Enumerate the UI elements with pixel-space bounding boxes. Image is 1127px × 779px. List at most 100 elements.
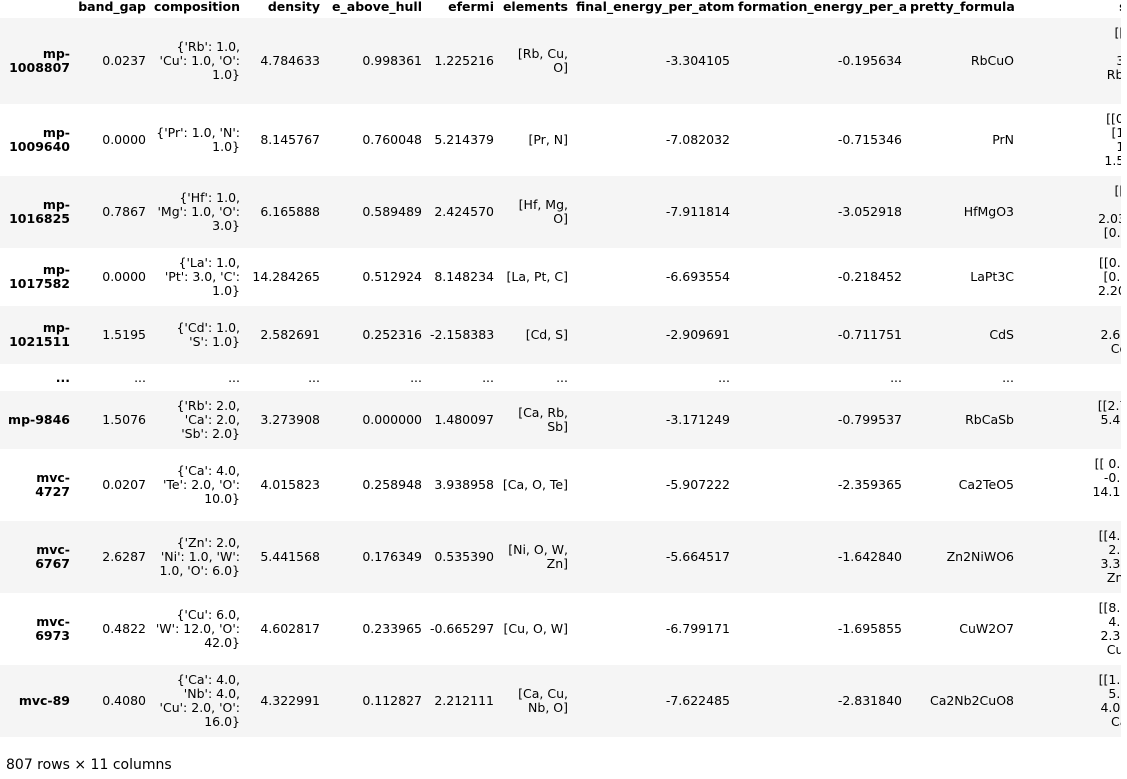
structure-line: [[0. 0. 0.] La: [1099, 255, 1121, 270]
table-cell: 0.4822: [102, 621, 146, 636]
table-cell: -6.693554: [665, 269, 730, 284]
table-cell: 0.760048: [362, 132, 422, 147]
table-cell: -7.911814: [665, 204, 730, 219]
table-cell: 2.424570: [434, 204, 494, 219]
table-cell: 0.176349: [362, 549, 422, 564]
table-cell: 0.0000: [102, 132, 146, 147]
structure-line: [[8.6923966: [1098, 600, 1121, 615]
row-index: mp-1009640: [9, 125, 70, 154]
table-row: mvc-6767 2.6287 {'Zn': 2.0, 'Ni': 1.0, 'W'…: [0, 521, 1121, 593]
table-row: mp-1008807 0.0237 {'Rb': 1.0, 'Cu': 1.0, '…: [0, 18, 1121, 104]
table-cell: -5.664517: [665, 549, 730, 564]
table-cell: {'Cu': 6.0, 'W': 12.0, 'O': 42.0}: [155, 607, 240, 650]
table-cell: [Ca, Rb, Sb]: [518, 405, 568, 434]
table-cell: 0.000000: [362, 412, 422, 427]
table-cell: -1.695855: [837, 621, 902, 636]
structure-line: -0.2144049: [1103, 470, 1121, 485]
table-body: mp-1008807 0.0237 {'Rb': 1.0, 'Cu': 1.0, '…: [0, 18, 1121, 737]
structure-line: 2.30238455: [1100, 628, 1121, 643]
table-cell: 2.582691: [260, 327, 320, 342]
table-cell: PrN: [992, 132, 1014, 147]
structure-line: 1.5804215.: [1104, 153, 1121, 168]
table-cell: [Cu, O, W]: [503, 621, 569, 636]
structure-line: 1.580421: [1116, 139, 1121, 154]
structure-cell: [[2.036222.036222.036228] H[0. 0. 0.] M.: [1018, 176, 1121, 248]
table-row: mvc-6973 0.4822 {'Cu': 6.0, 'W': 12.0, 'O'…: [0, 593, 1121, 665]
table-cell: LaPt3C: [970, 269, 1014, 284]
header-row: band_gap composition density e_above_hul…: [0, 0, 1121, 18]
column-header: final_energy_per_atom: [576, 0, 734, 14]
structure-line: Rb, [0. .: [1022, 427, 1121, 441]
table-row: mp-1016825 0.7867 {'Hf': 1.0, 'Mg': 1.0, '…: [0, 176, 1121, 248]
row-index: mp-1021511: [9, 320, 70, 349]
table-cell: -2.158383: [430, 327, 495, 342]
table-cell: 0.0207: [102, 477, 146, 492]
table-cell: ...: [228, 369, 240, 385]
table-row: mp-1009640 0.0000 {'Pr': 1.0, 'N': 1.0} 8.1…: [0, 104, 1121, 176]
table-cell: ...: [482, 369, 494, 385]
table-cell: 4.015823: [260, 477, 320, 492]
table-cell: RbCuO: [970, 53, 1014, 68]
table-cell: 0.258948: [362, 477, 422, 492]
structure-line: [[0. 0. 0.] P: [1106, 111, 1121, 126]
index-header: [0, 0, 74, 18]
structure-line: Zn, [2.754.: [1106, 570, 1121, 585]
column-header: elements: [502, 0, 568, 14]
table-cell: 3.938958: [434, 477, 494, 492]
dataframe-output: band_gap composition density e_above_hul…: [0, 0, 1121, 742]
structure-cell: ...: [1018, 364, 1121, 391]
column-header: density: [267, 0, 320, 14]
table-cell: {'Ca': 4.0, 'Te': 2.0, 'O': 10.0}: [162, 463, 240, 506]
structure-line: 2.036228] H: [1098, 211, 1121, 226]
row-index: ...: [55, 369, 70, 385]
table-cell: -3.052918: [837, 204, 902, 219]
table-cell: -5.907222: [665, 477, 730, 492]
table-row: .................................: [0, 364, 1121, 391]
table-cell: -3.171249: [665, 412, 730, 427]
row-index: mvc-6973: [35, 614, 70, 643]
table-cell: {'Ca': 4.0, 'Nb': 4.0, 'Cu': 2.0, 'O': 1…: [159, 672, 240, 729]
table-cell: -2.359365: [837, 477, 902, 492]
table-cell: 0.252316: [362, 327, 422, 342]
table-cell: [Ca, Cu, Nb, O]: [518, 686, 568, 715]
table-row: mp-1017582 0.0000 {'La': 1.0, 'Pt': 3.0, '…: [0, 248, 1121, 306]
structure-line: [[4.9067259: [1098, 528, 1121, 543]
table-cell: Ca2TeO5: [958, 477, 1014, 492]
table-cell: ...: [308, 369, 320, 385]
structure-line: 4.5302346: [1108, 614, 1121, 629]
table-cell: 0.4080: [102, 693, 146, 708]
table-cell: ...: [1002, 369, 1014, 385]
column-header: pretty_formula: [910, 0, 1015, 14]
structure-line: 3.05935⁠4: [1116, 53, 1121, 68]
structure-line: Cd, [ 2.12.: [1110, 341, 1121, 356]
structure-line: C.: [1022, 82, 1121, 96]
table-cell: ...: [890, 369, 902, 385]
table-cell: [La, Pt, C]: [506, 269, 568, 284]
column-header: composition: [154, 0, 241, 14]
table-cell: {'Hf': 1.0, 'Mg': 1.0, 'O': 3.0}: [157, 190, 240, 233]
table-cell: RbCaSb: [965, 412, 1014, 427]
table-cell: 4.322991: [260, 693, 320, 708]
table-cell: 5.214379: [434, 132, 494, 147]
row-index: mvc-4727: [35, 470, 70, 499]
table-cell: Zn2NiWO6: [946, 549, 1014, 564]
row-index: mvc-89: [18, 693, 70, 708]
structure-line: 3.05935: [1022, 40, 1121, 54]
table-cell: 1.225216: [434, 53, 494, 68]
structure-line: [[1.1616044: [1098, 672, 1121, 687]
table-cell: Ca2Nb2CuO8: [929, 693, 1014, 708]
table-cell: {'Pr': 1.0, 'N': 1.0}: [156, 125, 240, 154]
row-index: mp-1016825: [9, 197, 70, 226]
structure-line: [0. 0. 0.] M.: [1103, 225, 1121, 240]
structure-cell: [[4.90672592.12162223.39209387Zn, [2.754…: [1018, 521, 1121, 593]
structure-cell: [[3.059353.059353.05935⁠4Rb, [0. 0. 0C.: [1018, 18, 1121, 104]
column-header: band_gap: [78, 0, 146, 14]
structure-cell: [[1.16160445.82891324.06266374Ca, [ 1.16…: [1018, 665, 1121, 737]
table-cell: -6.799171: [665, 621, 730, 636]
table-row: mvc-4727 0.0207 {'Ca': 4.0, 'Te': 2.0, 'O'…: [0, 449, 1121, 521]
dataframe-table: band_gap composition density e_above_hul…: [0, 0, 1121, 737]
structure-line: 2.67990238: [1100, 327, 1121, 342]
structure-line: [[2.705791 (: [1097, 398, 1121, 413]
table-cell: 0.112827: [362, 693, 422, 708]
structure-cell: [[0. 0. 0.] La[0. 2.203392.203397] P.: [1018, 248, 1121, 306]
